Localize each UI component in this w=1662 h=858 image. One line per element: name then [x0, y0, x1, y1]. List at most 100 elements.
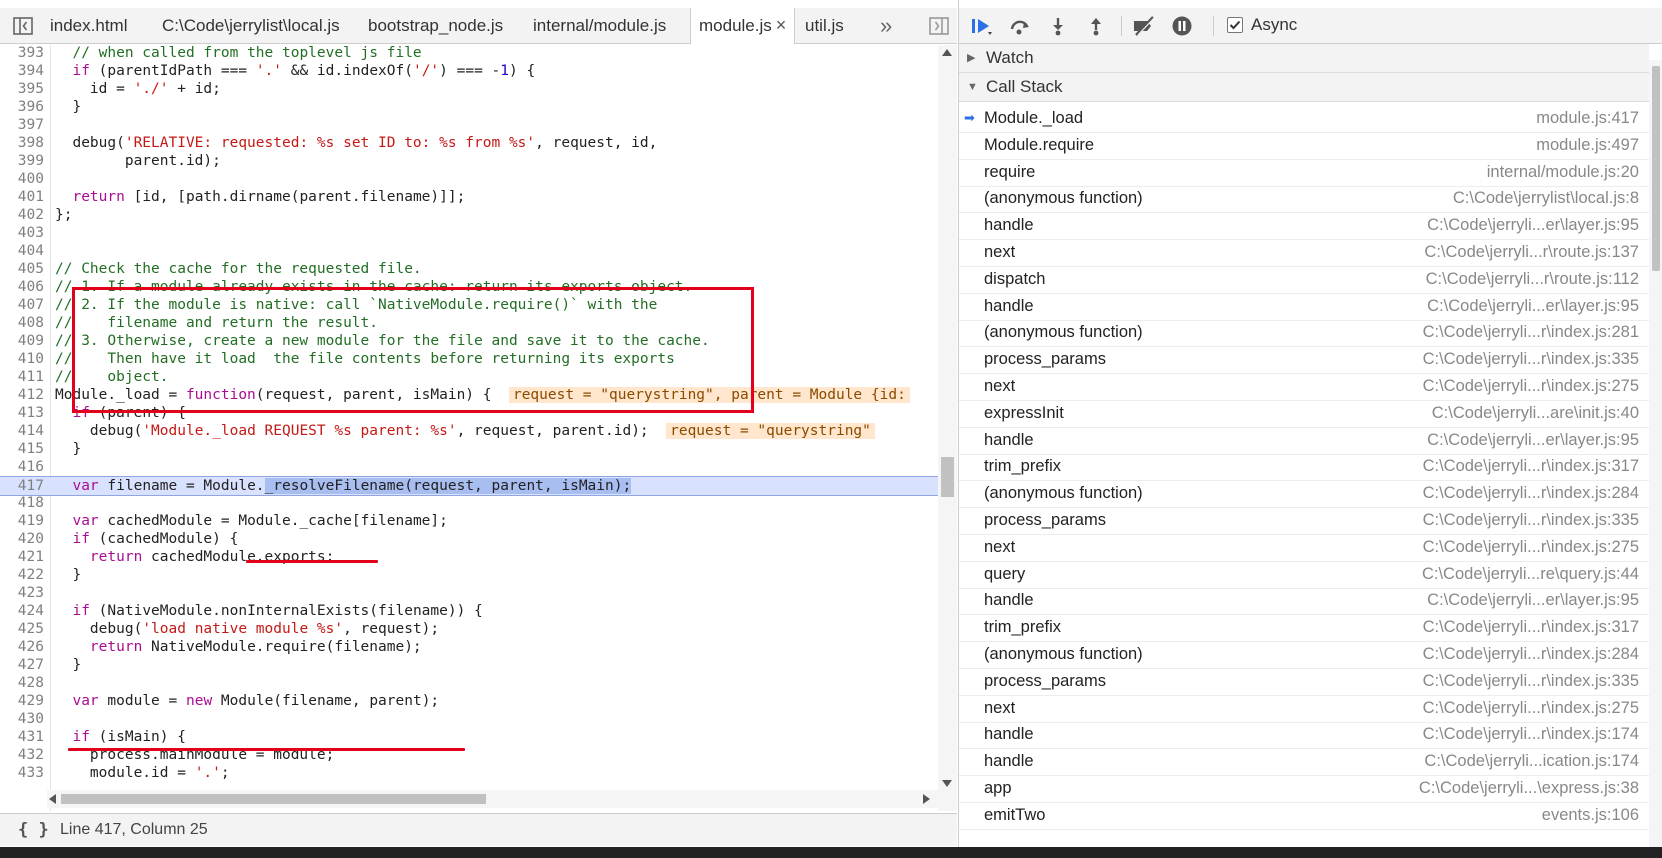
call-frame[interactable]: (anonymous function) C:\Code\jerryli...r\… — [959, 640, 1649, 669]
code-line[interactable]: 395 id = './' + id; — [0, 80, 938, 99]
tab-local-js[interactable]: C:\Code\jerrylist\local.js — [162, 8, 340, 43]
code-line[interactable]: 393 // when called from the toplevel js … — [0, 45, 938, 63]
line-number[interactable]: 430 — [0, 710, 44, 729]
code-line[interactable]: 426 return NativeModule.require(filename… — [0, 638, 938, 657]
line-number[interactable]: 432 — [0, 746, 44, 765]
line-number[interactable]: 429 — [0, 692, 44, 711]
line-number[interactable]: 403 — [0, 224, 44, 243]
line-number[interactable]: 401 — [0, 188, 44, 207]
code-line[interactable]: 424 if (NativeModule.nonInternalExists(f… — [0, 602, 938, 621]
line-number[interactable]: 405 — [0, 260, 44, 279]
code-line[interactable]: 404 — [0, 242, 938, 261]
line-number[interactable]: 421 — [0, 548, 44, 567]
line-number[interactable]: 424 — [0, 602, 44, 621]
code-line[interactable]: 402}; — [0, 206, 938, 225]
frame-location-link[interactable]: C:\Code\jerryli...r\route.js:137 — [1424, 238, 1639, 266]
line-number[interactable]: 425 — [0, 620, 44, 639]
call-frame[interactable]: process_params C:\Code\jerryli...r\index.… — [959, 667, 1649, 696]
code-line[interactable]: 422 } — [0, 566, 938, 585]
call-frame[interactable]: next C:\Code\jerryli...r\index.js:275 — [959, 372, 1649, 401]
code-line[interactable]: 398 debug('RELATIVE: requested: %s set I… — [0, 134, 938, 153]
frame-location-link[interactable]: C:\Code\jerryli...re\query.js:44 — [1422, 560, 1639, 588]
code-line[interactable]: 420 if (cachedModule) { — [0, 530, 938, 549]
call-frame[interactable]: require internal/module.js:20 — [959, 158, 1649, 187]
line-number[interactable]: 402 — [0, 206, 44, 225]
frame-location-link[interactable]: internal/module.js:20 — [1487, 158, 1639, 186]
line-number[interactable]: 396 — [0, 98, 44, 117]
frame-location-link[interactable]: C:\Code\jerryli...r\index.js:335 — [1423, 506, 1639, 534]
line-number[interactable]: 397 — [0, 116, 44, 135]
line-number[interactable]: 431 — [0, 728, 44, 747]
scrollbar-thumb[interactable] — [61, 794, 486, 804]
tab-bootstrap-node-js[interactable]: bootstrap_node.js — [368, 8, 503, 43]
code-line[interactable]: 399 parent.id); — [0, 152, 938, 171]
line-number[interactable]: 426 — [0, 638, 44, 657]
code-line[interactable]: 427 } — [0, 656, 938, 675]
call-stack-section-header[interactable]: ▼ Call Stack — [959, 73, 1649, 102]
call-frame[interactable]: process_params C:\Code\jerryli...r\index.… — [959, 506, 1649, 535]
frame-location-link[interactable]: C:\Code\jerryli...r\index.js:275 — [1423, 372, 1639, 400]
scroll-down-arrow-icon[interactable] — [942, 780, 952, 787]
call-frame[interactable]: trim_prefix C:\Code\jerryli...r\index.js:… — [959, 452, 1649, 482]
close-tab-icon[interactable]: × — [776, 15, 787, 35]
code-editor[interactable]: 393 // when called from the toplevel js … — [0, 45, 938, 811]
line-number[interactable]: 418 — [0, 494, 44, 513]
code-line[interactable]: 401 return [id, [path.dirname(parent.fil… — [0, 188, 938, 207]
frame-location-link[interactable]: C:\Code\jerryli...r\index.js:335 — [1423, 667, 1639, 695]
call-frame[interactable]: handle C:\Code\jerryli...er\layer.js:95 — [959, 292, 1649, 321]
code-line[interactable]: 431 if (isMain) { — [0, 728, 938, 747]
line-number[interactable]: 412 — [0, 386, 44, 405]
call-frame[interactable]: process_params C:\Code\jerryli...r\index.… — [959, 345, 1649, 375]
call-frame-current[interactable]: ➡ Module._load module.js:417 — [959, 104, 1649, 133]
scroll-right-arrow-icon[interactable] — [923, 794, 930, 804]
code-line[interactable]: 396 } — [0, 98, 938, 117]
step-out-icon[interactable] — [1079, 8, 1113, 43]
code-line[interactable]: 405 // Check the cache for the requested … — [0, 260, 938, 279]
code-line[interactable]: 416 — [0, 458, 938, 477]
scroll-up-arrow-icon[interactable] — [942, 49, 952, 56]
step-into-icon[interactable] — [1041, 8, 1075, 43]
debugger-scrollbar[interactable] — [1649, 60, 1662, 858]
frame-location-link[interactable]: C:\Code\jerrylist\local.js:8 — [1453, 184, 1639, 212]
frame-location-link[interactable]: C:\Code\jerryli...er\layer.js:95 — [1427, 211, 1639, 239]
call-frame[interactable]: handle C:\Code\jerryli...er\layer.js:95 — [959, 426, 1649, 455]
line-number[interactable]: 433 — [0, 764, 44, 783]
line-number[interactable]: 411 — [0, 368, 44, 387]
tab-util-js[interactable]: util.js — [805, 8, 844, 43]
frame-location-link[interactable]: C:\Code\jerryli...r\index.js:281 — [1423, 318, 1639, 346]
line-number[interactable]: 410 — [0, 350, 44, 369]
call-frame[interactable]: dispatch C:\Code\jerryli...r\route.js:112 — [959, 265, 1649, 294]
code-line[interactable]: 428 — [0, 674, 938, 693]
frame-location-link[interactable]: C:\Code\jerryli...r\index.js:275 — [1423, 694, 1639, 722]
call-frame[interactable]: next C:\Code\jerryli...r\index.js:275 — [959, 694, 1649, 723]
frame-location-link[interactable]: module.js:417 — [1536, 104, 1639, 132]
code-line[interactable]: 397 — [0, 116, 938, 135]
call-frame[interactable]: app C:\Code\jerryli...\express.js:38 — [959, 774, 1649, 803]
line-number[interactable]: 422 — [0, 566, 44, 585]
line-number[interactable]: 413 — [0, 404, 44, 423]
call-frame[interactable]: trim_prefix C:\Code\jerryli...r\index.js:… — [959, 613, 1649, 643]
call-frame[interactable]: handle C:\Code\jerryli...er\layer.js:95 — [959, 586, 1649, 616]
line-number[interactable]: 416 — [0, 458, 44, 477]
line-number[interactable]: 398 — [0, 134, 44, 153]
frame-location-link[interactable]: C:\Code\jerryli...r\index.js:284 — [1423, 640, 1639, 668]
call-frame[interactable]: handle C:\Code\jerryli...er\layer.js:95 — [959, 211, 1649, 241]
call-frame[interactable]: handle C:\Code\jerryli...ication.js:174 — [959, 747, 1649, 777]
call-frame[interactable]: emitTwo events.js:106 — [959, 801, 1649, 830]
frame-location-link[interactable]: C:\Code\jerryli...er\layer.js:95 — [1427, 426, 1639, 454]
frame-location-link[interactable]: C:\Code\jerryli...r\index.js:174 — [1423, 720, 1639, 748]
editor-vertical-scrollbar[interactable] — [938, 45, 957, 811]
pretty-print-icon[interactable]: { } — [18, 820, 49, 840]
frame-location-link[interactable]: C:\Code\jerryli...r\index.js:335 — [1423, 345, 1639, 373]
line-number[interactable]: 408 — [0, 314, 44, 333]
line-number[interactable]: 414 — [0, 422, 44, 441]
line-number[interactable]: 409 — [0, 332, 44, 351]
editor-horizontal-scrollbar[interactable] — [47, 790, 938, 808]
resume-icon[interactable] — [965, 8, 999, 43]
frame-location-link[interactable]: C:\Code\jerryli...are\init.js:40 — [1432, 399, 1639, 427]
call-frame[interactable]: query C:\Code\jerryli...re\query.js:44 — [959, 560, 1649, 589]
frame-location-link[interactable]: module.js:497 — [1536, 131, 1639, 159]
call-frame[interactable]: handle C:\Code\jerryli...r\index.js:174 — [959, 720, 1649, 750]
code-line[interactable]: 414 debug('Module._load REQUEST %s paren… — [0, 422, 938, 441]
code-line[interactable]: 403 — [0, 224, 938, 243]
